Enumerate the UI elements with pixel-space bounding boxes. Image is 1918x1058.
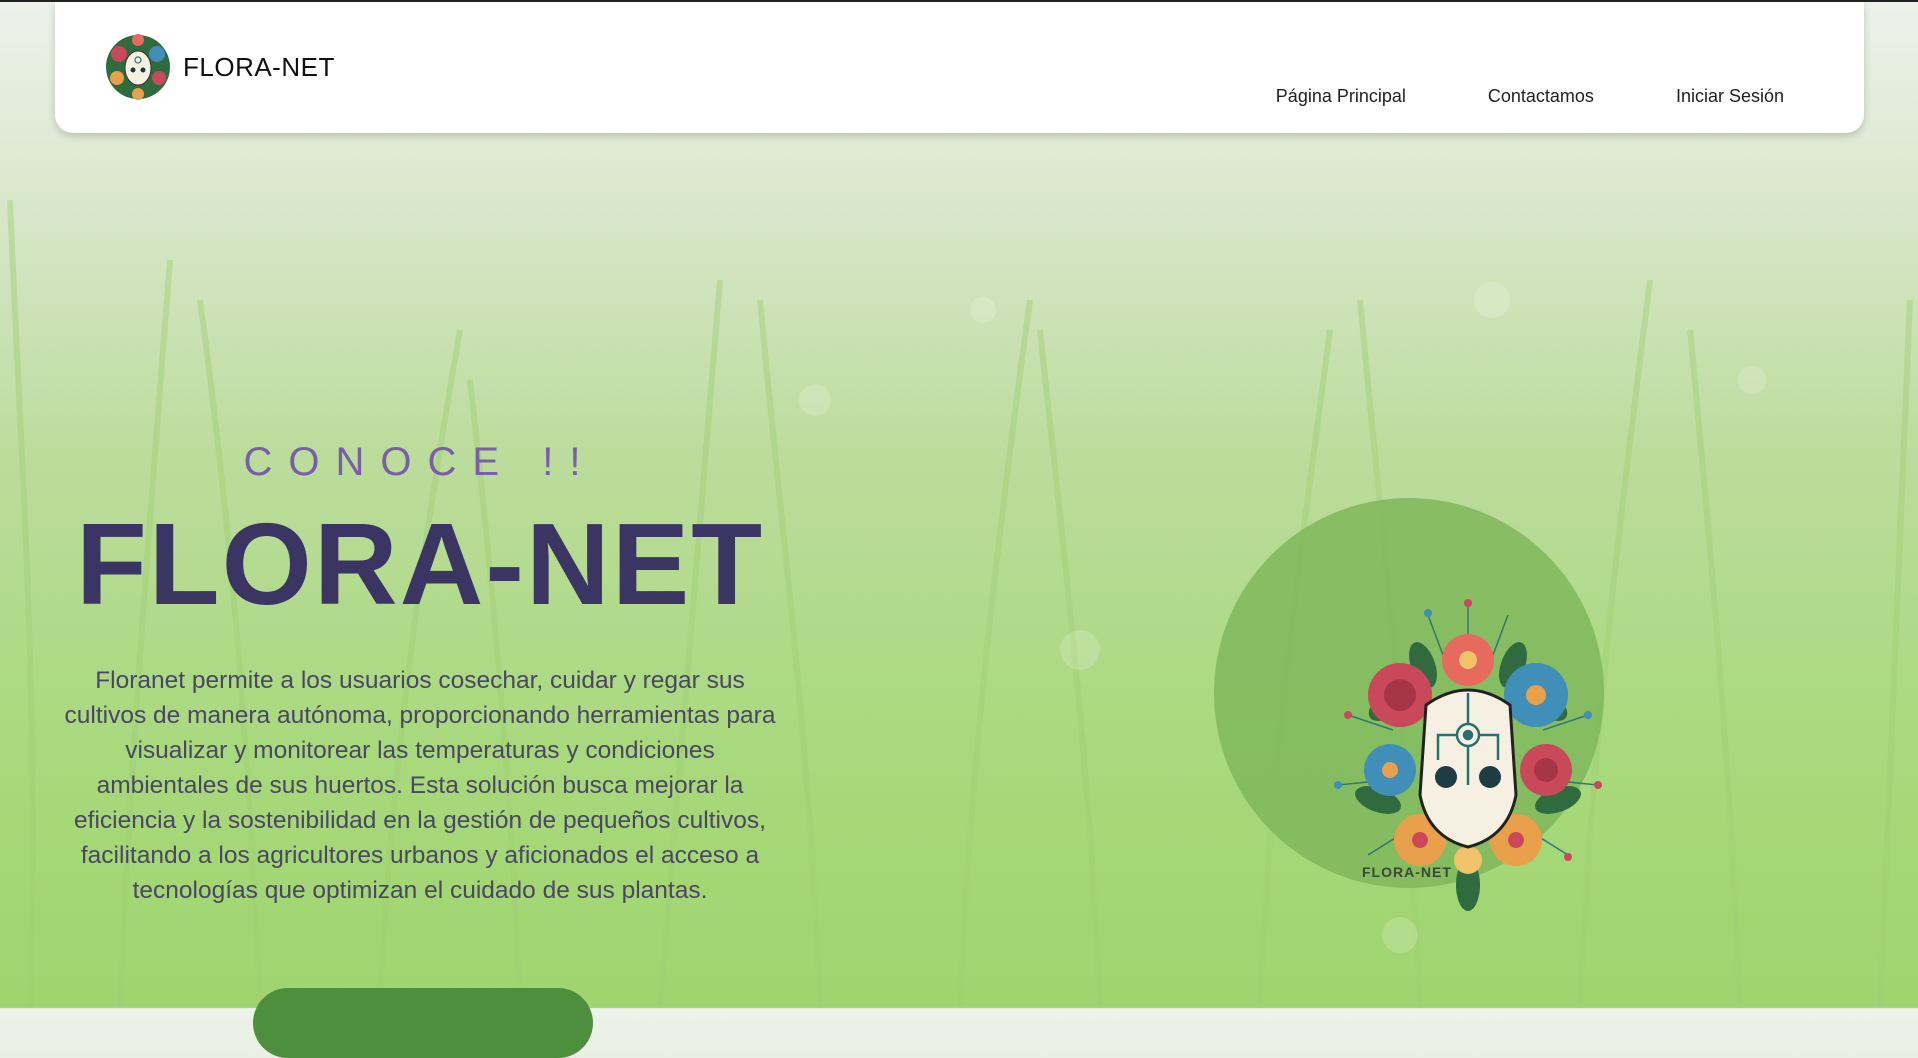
hero-description: Floranet permite a los usuarios cosechar…	[64, 667, 776, 905]
brand[interactable]: FLORA-NET	[103, 32, 335, 102]
nav-link-login[interactable]: Iniciar Sesión	[1676, 86, 1784, 107]
main-nav: Página Principal Contactamos Iniciar Ses…	[1276, 86, 1784, 107]
nav-link-home[interactable]: Página Principal	[1276, 86, 1406, 107]
brand-name: FLORA-NET	[183, 51, 335, 82]
nav-link-contact[interactable]: Contactamos	[1488, 86, 1594, 107]
hero-title: FLORA-NET	[75, 499, 765, 629]
hero-logo-caption: FLORA-NET	[1362, 864, 1452, 880]
top-navbar: FLORA-NET Página Principal Contactamos I…	[55, 2, 1864, 133]
flower-robot-mask-logo-icon	[106, 34, 170, 100]
hero-kicker: CONOCE !!	[243, 440, 597, 484]
hero-text-section: CONOCE !! FLORA-NET Floranet permite a l…	[60, 440, 780, 908]
hero-flower-robot-mask-logo-icon	[1334, 599, 1602, 911]
hero-cta-button[interactable]	[253, 988, 593, 1058]
